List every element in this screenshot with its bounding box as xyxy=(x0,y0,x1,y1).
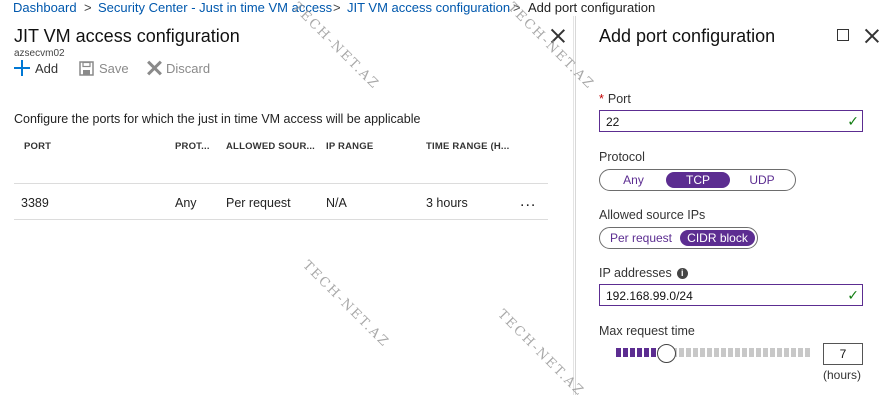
slider-tick xyxy=(735,348,740,357)
port-label: * Port xyxy=(599,92,631,106)
slider-thumb[interactable] xyxy=(657,344,676,363)
allowed-source-selector: Per request CIDR block xyxy=(599,227,758,249)
slider-tick xyxy=(700,348,705,357)
add-port-blade xyxy=(575,16,887,395)
allowed-source-option-per-request[interactable]: Per request xyxy=(603,230,679,246)
close-icon[interactable] xyxy=(865,29,879,43)
protocol-option-tcp[interactable]: TCP xyxy=(666,172,730,188)
port-input[interactable]: 22 ✓ xyxy=(599,110,863,132)
slider-tick xyxy=(791,348,796,357)
protocol-option-any[interactable]: Any xyxy=(602,172,665,188)
column-header-port[interactable]: PORT xyxy=(24,141,51,152)
slider-tick xyxy=(616,348,621,357)
required-mark: * xyxy=(599,92,604,106)
slider-tick xyxy=(686,348,691,357)
add-label: Add xyxy=(35,60,59,76)
slider-tick xyxy=(644,348,649,357)
slider-tick xyxy=(721,348,726,357)
discard-button[interactable]: Discard xyxy=(147,60,210,76)
port-label-text: Port xyxy=(607,92,631,106)
breadcrumb-current: Add port configuration xyxy=(528,0,656,15)
slider-tick xyxy=(798,348,803,357)
slider-tick xyxy=(651,348,656,357)
slider-tick xyxy=(679,348,684,357)
column-header-protocol[interactable]: PROT... xyxy=(175,141,210,152)
save-label: Save xyxy=(99,60,129,76)
column-header-time-range[interactable]: TIME RANGE (H... xyxy=(426,141,509,152)
checkmark-icon: ✓ xyxy=(847,113,859,129)
slider-tick xyxy=(728,348,733,357)
slider-tick xyxy=(770,348,775,357)
cell-port: 3389 xyxy=(21,196,49,210)
discard-icon xyxy=(147,61,161,75)
protocol-selector: Any TCP UDP xyxy=(599,169,796,191)
allowed-source-label: Allowed source IPs xyxy=(599,208,706,222)
breadcrumb-item-jit-config[interactable]: JIT VM access configuration xyxy=(347,0,510,15)
slider-tick xyxy=(742,348,747,357)
slider-tick xyxy=(805,348,810,357)
column-header-allowed-source[interactable]: ALLOWED SOUR... xyxy=(226,141,315,152)
cell-time-range: 3 hours xyxy=(426,196,468,210)
table-divider xyxy=(14,183,548,184)
max-request-time-units: (hours) xyxy=(823,368,862,382)
protocol-label: Protocol xyxy=(599,150,645,164)
ip-addresses-value: 192.168.99.0/24 xyxy=(606,289,693,303)
breadcrumb-item-dashboard[interactable]: Dashboard xyxy=(13,0,77,15)
add-button[interactable]: Add xyxy=(14,60,58,76)
slider-tick xyxy=(707,348,712,357)
port-value: 22 xyxy=(606,115,620,129)
ip-addresses-label: IP addresses i xyxy=(599,266,688,280)
allowed-source-option-cidr-block[interactable]: CIDR block xyxy=(680,230,755,246)
slider-tick xyxy=(623,348,628,357)
blade-title: JIT VM access configuration xyxy=(14,26,240,46)
slider-tick xyxy=(749,348,754,357)
description-text: Configure the ports for which the just i… xyxy=(14,112,421,126)
protocol-option-udp[interactable]: UDP xyxy=(731,172,793,188)
breadcrumb: Dashboard > Security Center - Just in ti… xyxy=(0,0,887,16)
plus-icon xyxy=(14,60,30,76)
ip-addresses-input[interactable]: 192.168.99.0/24 ✓ xyxy=(599,284,863,306)
ip-addresses-label-text: IP addresses xyxy=(599,266,672,280)
slider-tick xyxy=(763,348,768,357)
slider-tick xyxy=(714,348,719,357)
slider-tick xyxy=(630,348,635,357)
slider-tick xyxy=(756,348,761,357)
slider-tick xyxy=(777,348,782,357)
max-request-time-input[interactable]: 7 xyxy=(823,343,863,365)
slider-tick xyxy=(784,348,789,357)
row-more-button[interactable]: ... xyxy=(520,193,536,211)
discard-label: Discard xyxy=(166,60,211,76)
maximize-icon[interactable] xyxy=(837,29,849,41)
breadcrumb-separator: > xyxy=(84,0,92,15)
save-icon xyxy=(79,60,94,76)
cell-allowed-source: Per request xyxy=(226,196,291,210)
max-request-time-label: Max request time xyxy=(599,324,695,338)
column-header-ip-range[interactable]: IP RANGE xyxy=(326,141,373,152)
breadcrumb-separator: > xyxy=(333,0,341,15)
blade-subtitle: azsecvm02 xyxy=(14,48,65,59)
cell-ip-range: N/A xyxy=(326,196,347,210)
checkmark-icon: ✓ xyxy=(847,287,859,303)
cell-protocol: Any xyxy=(175,196,197,210)
blade-title: Add port configuration xyxy=(599,26,776,46)
save-button[interactable]: Save xyxy=(79,60,129,76)
slider-tick xyxy=(693,348,698,357)
slider-tick xyxy=(637,348,642,357)
table-divider xyxy=(14,219,548,220)
info-icon[interactable]: i xyxy=(676,268,688,280)
max-request-time-slider[interactable] xyxy=(616,344,810,363)
